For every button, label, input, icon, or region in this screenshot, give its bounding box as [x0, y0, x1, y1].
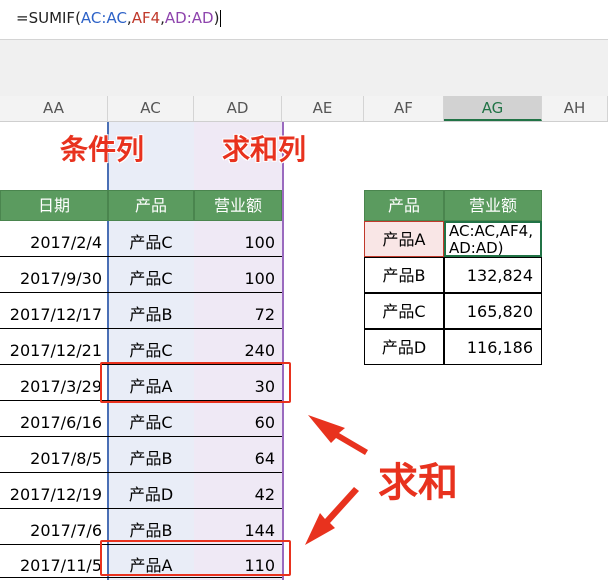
- summary-product-cell[interactable]: 产品D: [364, 329, 444, 365]
- condition-column-label: 条件列: [60, 133, 145, 166]
- active-formula-cell[interactable]: AC:AC,AF4, AD:AD): [444, 221, 542, 257]
- summary-revenue-cell[interactable]: 116,186: [444, 329, 542, 365]
- product-cell[interactable]: 产品C: [108, 329, 194, 365]
- summary-header-revenue: 营业额: [444, 190, 542, 221]
- date-cell[interactable]: 2017/12/17: [0, 293, 108, 329]
- revenue-cell[interactable]: 72: [194, 293, 282, 329]
- summary-product-cell[interactable]: 产品B: [364, 257, 444, 293]
- date-cell[interactable]: 2017/12/19: [0, 473, 108, 509]
- product-cell[interactable]: 产品C: [108, 257, 194, 293]
- arrow-up-icon: [308, 415, 368, 455]
- column-header-ac[interactable]: AC: [108, 96, 194, 121]
- column-header-bar: AA AC AD AE AF AG AH: [0, 96, 608, 122]
- date-cell[interactable]: 2017/12/21: [0, 329, 108, 365]
- highlight-box-row5: [100, 362, 291, 403]
- summary-revenue-cell[interactable]: 132,824: [444, 257, 542, 293]
- product-cell[interactable]: 产品C: [108, 401, 194, 437]
- date-cell[interactable]: 2017/11/5: [0, 545, 108, 578]
- summary-product-cell[interactable]: 产品C: [364, 293, 444, 329]
- date-cell[interactable]: 2017/9/30: [0, 257, 108, 293]
- date-cell[interactable]: 2017/8/5: [0, 437, 108, 473]
- table-header-date: 日期: [0, 190, 108, 221]
- arrow-down-icon: [305, 487, 359, 545]
- formula-arg-criteria: AF4: [131, 9, 161, 27]
- revenue-cell[interactable]: 42: [194, 473, 282, 509]
- date-cell[interactable]: 2017/7/6: [0, 509, 108, 545]
- date-cell[interactable]: 2017/6/16: [0, 401, 108, 437]
- date-cell[interactable]: 2017/3/29: [0, 365, 108, 401]
- summary-product-cell[interactable]: 产品A: [364, 221, 444, 257]
- highlight-box-row10: [100, 540, 291, 576]
- revenue-cell[interactable]: 60: [194, 401, 282, 437]
- product-cell[interactable]: 产品C: [108, 221, 194, 257]
- revenue-cell[interactable]: 64: [194, 437, 282, 473]
- product-cell[interactable]: 产品D: [108, 473, 194, 509]
- formula-arg-sum-range: AD:AD: [164, 9, 214, 27]
- text-caret: [220, 10, 222, 27]
- revenue-cell[interactable]: 100: [194, 221, 282, 257]
- column-header-ae[interactable]: AE: [282, 96, 364, 121]
- revenue-cell[interactable]: 100: [194, 257, 282, 293]
- summary-revenue-cell[interactable]: 165,820: [444, 293, 542, 329]
- summary-header-product: 产品: [364, 190, 444, 221]
- column-header-ah[interactable]: AH: [542, 96, 608, 121]
- sum-column-label: 求和列: [222, 133, 307, 166]
- table-header-revenue: 营业额: [194, 190, 282, 221]
- product-cell[interactable]: 产品B: [108, 437, 194, 473]
- table-header-product: 产品: [108, 190, 194, 221]
- formula-text[interactable]: =SUMIF(AC:AC,AF4,AD:AD): [16, 9, 222, 27]
- sum-column-line: [282, 122, 284, 580]
- column-header-ad[interactable]: AD: [194, 96, 282, 121]
- column-header-af[interactable]: AF: [364, 96, 444, 121]
- formula-bar[interactable]: =SUMIF(AC:AC,AF4,AD:AD): [0, 0, 608, 40]
- formula-prefix: =SUMIF(: [16, 9, 81, 27]
- formula-suffix: ): [213, 9, 220, 27]
- revenue-cell[interactable]: 240: [194, 329, 282, 365]
- column-header-aa[interactable]: AA: [0, 96, 108, 121]
- formula-arg-range: AC:AC: [80, 9, 127, 27]
- column-header-ag[interactable]: AG: [444, 96, 542, 121]
- sum-annotation-label: 求和: [378, 460, 458, 506]
- date-cell[interactable]: 2017/2/4: [0, 221, 108, 257]
- product-cell[interactable]: 产品B: [108, 293, 194, 329]
